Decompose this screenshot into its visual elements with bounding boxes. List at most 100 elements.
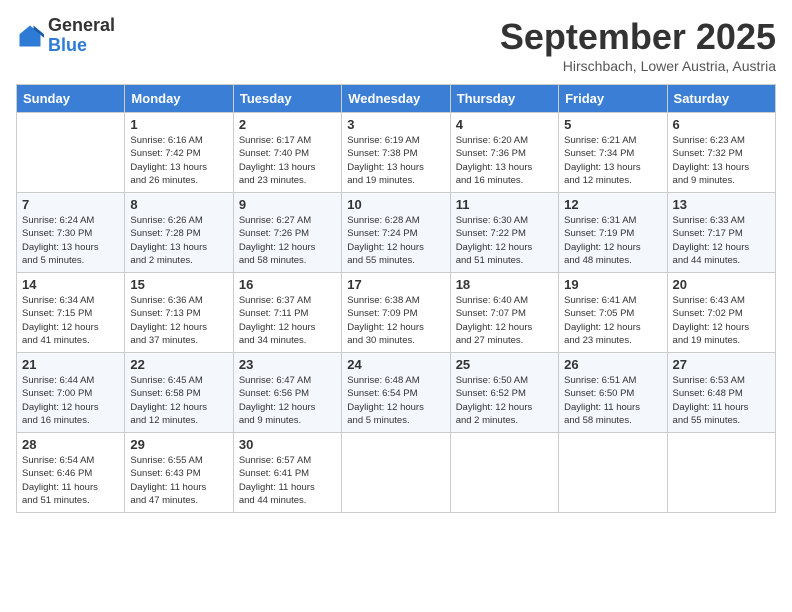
calendar-cell: 13 Sunrise: 6:33 AMSunset: 7:17 PMDayligh… xyxy=(667,193,775,273)
calendar-cell: 3Sunrise: 6:19 AMSunset: 7:38 PMDaylight… xyxy=(342,113,450,193)
calendar-cell: 27 Sunrise: 6:53 AMSunset: 6:48 PMDayligh… xyxy=(667,353,775,433)
calendar-cell: 16Sunrise: 6:37 AMSunset: 7:11 PMDayligh… xyxy=(233,273,341,353)
day-info: Sunrise: 6:57 AMSunset: 6:41 PMDaylight:… xyxy=(239,454,336,507)
day-info: Sunrise: 6:26 AMSunset: 7:28 PMDaylight:… xyxy=(130,214,227,267)
calendar-cell xyxy=(559,433,667,513)
day-number: 28 xyxy=(22,437,119,452)
calendar-cell: 28 Sunrise: 6:54 AMSunset: 6:46 PMDayligh… xyxy=(17,433,125,513)
day-info: Sunrise: 6:34 AMSunset: 7:15 PMDaylight:… xyxy=(22,294,119,347)
calendar-cell xyxy=(667,433,775,513)
day-info: Sunrise: 6:45 AMSunset: 6:58 PMDaylight:… xyxy=(130,374,227,427)
day-number: 3 xyxy=(347,117,444,132)
day-info: Sunrise: 6:37 AMSunset: 7:11 PMDaylight:… xyxy=(239,294,336,347)
day-number: 10 xyxy=(347,197,444,212)
day-number: 18 xyxy=(456,277,553,292)
calendar-cell: 26 Sunrise: 6:51 AMSunset: 6:50 PMDayligh… xyxy=(559,353,667,433)
day-info: Sunrise: 6:30 AMSunset: 7:22 PMDaylight:… xyxy=(456,214,553,267)
logo-text: General Blue xyxy=(48,16,115,56)
calendar-cell: 15 Sunrise: 6:36 AMSunset: 7:13 PMDayligh… xyxy=(125,273,233,353)
calendar-cell xyxy=(342,433,450,513)
day-number: 13 xyxy=(673,197,770,212)
calendar-cell: 20 Sunrise: 6:43 AMSunset: 7:02 PMDayligh… xyxy=(667,273,775,353)
day-info: Sunrise: 6:54 AMSunset: 6:46 PMDaylight:… xyxy=(22,454,119,507)
day-info: Sunrise: 6:51 AMSunset: 6:50 PMDaylight:… xyxy=(564,374,661,427)
calendar-cell: 12Sunrise: 6:31 AMSunset: 7:19 PMDayligh… xyxy=(559,193,667,273)
day-number: 9 xyxy=(239,197,336,212)
day-number: 6 xyxy=(673,117,770,132)
calendar-cell xyxy=(450,433,558,513)
day-info: Sunrise: 6:55 AMSunset: 6:43 PMDaylight:… xyxy=(130,454,227,507)
weekday-header-thursday: Thursday xyxy=(450,85,558,113)
calendar-cell: 5Sunrise: 6:21 AMSunset: 7:34 PMDaylight… xyxy=(559,113,667,193)
day-number: 26 xyxy=(564,357,661,372)
day-number: 7 xyxy=(22,197,119,212)
calendar-cell: 22 Sunrise: 6:45 AMSunset: 6:58 PMDayligh… xyxy=(125,353,233,433)
logo-line1: General xyxy=(48,16,115,36)
weekday-header-saturday: Saturday xyxy=(667,85,775,113)
calendar-week-row: 7 Sunrise: 6:24 AMSunset: 7:30 PMDaylight… xyxy=(17,193,776,273)
calendar-cell: 7 Sunrise: 6:24 AMSunset: 7:30 PMDaylight… xyxy=(17,193,125,273)
day-number: 8 xyxy=(130,197,227,212)
day-number: 21 xyxy=(22,357,119,372)
day-info: Sunrise: 6:28 AMSunset: 7:24 PMDaylight:… xyxy=(347,214,444,267)
day-number: 24 xyxy=(347,357,444,372)
day-info: Sunrise: 6:50 AMSunset: 6:52 PMDaylight:… xyxy=(456,374,553,427)
day-info: Sunrise: 6:47 AMSunset: 6:56 PMDaylight:… xyxy=(239,374,336,427)
location: Hirschbach, Lower Austria, Austria xyxy=(500,58,776,74)
calendar-cell: 4 Sunrise: 6:20 AMSunset: 7:36 PMDaylight… xyxy=(450,113,558,193)
day-info: Sunrise: 6:38 AMSunset: 7:09 PMDaylight:… xyxy=(347,294,444,347)
day-info: Sunrise: 6:36 AMSunset: 7:13 PMDaylight:… xyxy=(130,294,227,347)
calendar-cell xyxy=(17,113,125,193)
calendar-week-row: 14 Sunrise: 6:34 AMSunset: 7:15 PMDayligh… xyxy=(17,273,776,353)
day-info: Sunrise: 6:21 AMSunset: 7:34 PMDaylight:… xyxy=(564,134,661,187)
day-info: Sunrise: 6:48 AMSunset: 6:54 PMDaylight:… xyxy=(347,374,444,427)
logo-icon xyxy=(16,22,44,50)
calendar-cell: 19 Sunrise: 6:41 AMSunset: 7:05 PMDayligh… xyxy=(559,273,667,353)
day-info: Sunrise: 6:31 AMSunset: 7:19 PMDaylight:… xyxy=(564,214,661,267)
calendar-cell: 10 Sunrise: 6:28 AMSunset: 7:24 PMDayligh… xyxy=(342,193,450,273)
day-number: 14 xyxy=(22,277,119,292)
day-info: Sunrise: 6:20 AMSunset: 7:36 PMDaylight:… xyxy=(456,134,553,187)
calendar-cell: 18Sunrise: 6:40 AMSunset: 7:07 PMDayligh… xyxy=(450,273,558,353)
logo: General Blue xyxy=(16,16,115,56)
day-number: 29 xyxy=(130,437,227,452)
calendar-cell: 1Sunrise: 6:16 AMSunset: 7:42 PMDaylight… xyxy=(125,113,233,193)
day-number: 11 xyxy=(456,197,553,212)
weekday-header-sunday: Sunday xyxy=(17,85,125,113)
logo-line2: Blue xyxy=(48,36,115,56)
title-block: September 2025 Hirschbach, Lower Austria… xyxy=(500,16,776,74)
calendar-cell: 11 Sunrise: 6:30 AMSunset: 7:22 PMDayligh… xyxy=(450,193,558,273)
day-info: Sunrise: 6:23 AMSunset: 7:32 PMDaylight:… xyxy=(673,134,770,187)
day-number: 4 xyxy=(456,117,553,132)
day-info: Sunrise: 6:43 AMSunset: 7:02 PMDaylight:… xyxy=(673,294,770,347)
weekday-header-wednesday: Wednesday xyxy=(342,85,450,113)
day-number: 22 xyxy=(130,357,227,372)
calendar-cell: 14 Sunrise: 6:34 AMSunset: 7:15 PMDayligh… xyxy=(17,273,125,353)
day-number: 15 xyxy=(130,277,227,292)
day-number: 30 xyxy=(239,437,336,452)
day-number: 2 xyxy=(239,117,336,132)
day-info: Sunrise: 6:41 AMSunset: 7:05 PMDaylight:… xyxy=(564,294,661,347)
weekday-header-tuesday: Tuesday xyxy=(233,85,341,113)
day-number: 27 xyxy=(673,357,770,372)
calendar-cell: 30 Sunrise: 6:57 AMSunset: 6:41 PMDayligh… xyxy=(233,433,341,513)
calendar-cell: 8 Sunrise: 6:26 AMSunset: 7:28 PMDaylight… xyxy=(125,193,233,273)
page-header: General Blue September 2025 Hirschbach, … xyxy=(16,16,776,74)
day-info: Sunrise: 6:17 AMSunset: 7:40 PMDaylight:… xyxy=(239,134,336,187)
day-number: 19 xyxy=(564,277,661,292)
day-info: Sunrise: 6:24 AMSunset: 7:30 PMDaylight:… xyxy=(22,214,119,267)
month-title: September 2025 xyxy=(500,16,776,58)
calendar-cell: 17 Sunrise: 6:38 AMSunset: 7:09 PMDayligh… xyxy=(342,273,450,353)
calendar-cell: 6 Sunrise: 6:23 AMSunset: 7:32 PMDaylight… xyxy=(667,113,775,193)
calendar-week-row: 28 Sunrise: 6:54 AMSunset: 6:46 PMDayligh… xyxy=(17,433,776,513)
calendar-cell: 24 Sunrise: 6:48 AMSunset: 6:54 PMDayligh… xyxy=(342,353,450,433)
calendar-week-row: 1Sunrise: 6:16 AMSunset: 7:42 PMDaylight… xyxy=(17,113,776,193)
day-info: Sunrise: 6:33 AMSunset: 7:17 PMDaylight:… xyxy=(673,214,770,267)
day-number: 25 xyxy=(456,357,553,372)
calendar-cell: 29 Sunrise: 6:55 AMSunset: 6:43 PMDayligh… xyxy=(125,433,233,513)
calendar-cell: 23Sunrise: 6:47 AMSunset: 6:56 PMDayligh… xyxy=(233,353,341,433)
day-info: Sunrise: 6:53 AMSunset: 6:48 PMDaylight:… xyxy=(673,374,770,427)
calendar-table: SundayMondayTuesdayWednesdayThursdayFrid… xyxy=(16,84,776,513)
day-number: 20 xyxy=(673,277,770,292)
day-number: 17 xyxy=(347,277,444,292)
